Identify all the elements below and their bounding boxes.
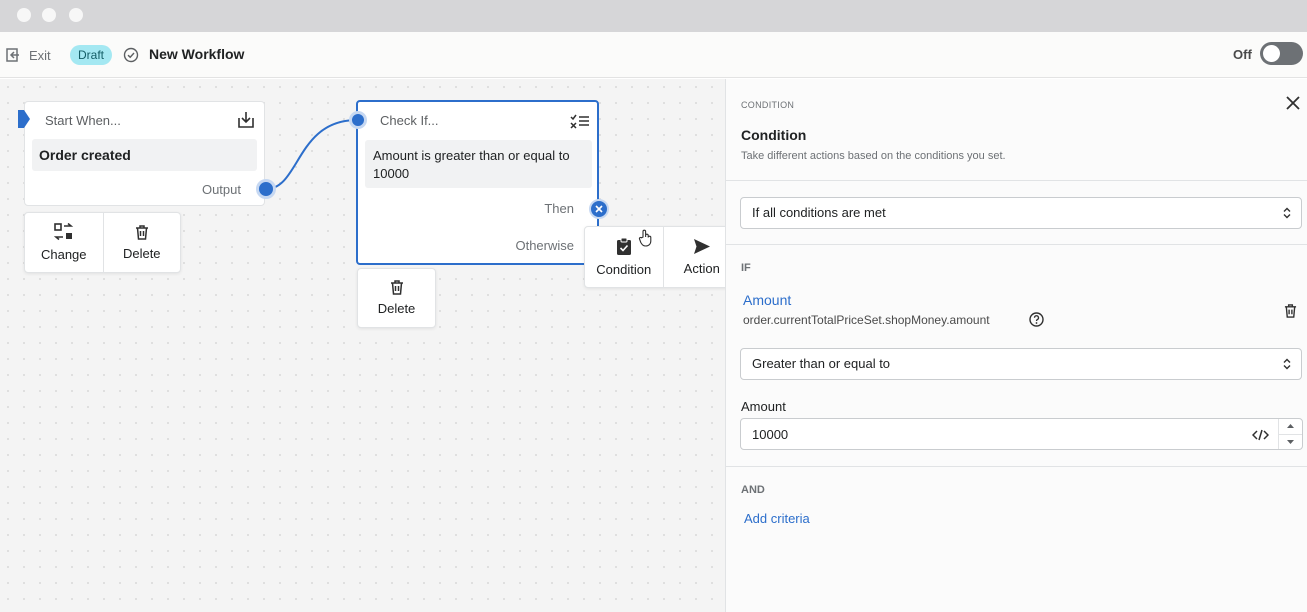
select-arrows-icon	[1283, 207, 1291, 219]
status-badge: Draft	[70, 45, 113, 65]
condition-summary-box: Amount is greater than or equal to 10000	[365, 140, 592, 188]
caret-up-icon	[1287, 424, 1294, 429]
workflow-active-toggle[interactable]	[1260, 42, 1303, 65]
amount-input[interactable]: 10000	[740, 418, 1303, 450]
close-icon	[595, 205, 603, 213]
workflow-canvas[interactable]: Start When... Order created Output Chang…	[0, 79, 741, 612]
select-arrows-icon	[1283, 358, 1291, 370]
trigger-node-title: Start When...	[45, 113, 121, 128]
exit-button[interactable]: Exit	[6, 46, 51, 64]
trash-icon	[390, 280, 403, 295]
trigger-event-box: Order created	[32, 139, 257, 171]
match-mode-value: If all conditions are met	[752, 205, 886, 220]
trigger-delete-button[interactable]: Delete	[102, 213, 181, 272]
condition-delete-label: Delete	[377, 301, 416, 316]
close-panel-icon[interactable]	[1286, 96, 1300, 110]
field-path: order.currentTotalPriceSet.shopMoney.amo…	[743, 313, 990, 327]
add-step-menu: Condition Action	[584, 226, 741, 288]
panel-divider	[726, 180, 1307, 181]
change-label: Change	[40, 247, 87, 262]
add-action-label: Action	[683, 261, 720, 276]
condition-input-port[interactable]	[349, 111, 367, 129]
window-maximize-dot[interactable]	[69, 8, 83, 22]
trigger-delete-label: Delete	[122, 245, 161, 261]
panel-title: Condition	[741, 127, 807, 143]
trigger-node[interactable]: Start When... Order created Output	[18, 101, 276, 206]
workflow-header: Exit Draft New Workflow Off	[0, 32, 1307, 78]
condition-panel: CONDITION Condition Take different actio…	[725, 79, 1307, 612]
exit-label: Exit	[29, 47, 51, 63]
hand-cursor-icon	[638, 229, 652, 247]
panel-divider	[726, 466, 1307, 467]
check-circle-icon	[123, 47, 139, 63]
output-label: Output	[201, 182, 241, 197]
clipboard-check-icon	[616, 237, 631, 255]
send-icon	[693, 239, 710, 254]
download-icon[interactable]	[237, 111, 255, 129]
condition-delete-button[interactable]: Delete	[358, 269, 435, 327]
toggle-label: Off	[1233, 47, 1252, 62]
condition-actions: Delete	[357, 268, 436, 328]
delete-criteria-icon[interactable]	[1284, 304, 1297, 318]
add-criteria-link[interactable]: Add criteria	[744, 511, 810, 526]
add-condition-label: Condition	[596, 262, 652, 277]
code-icon[interactable]	[1252, 429, 1269, 441]
exit-icon	[6, 48, 19, 62]
trigger-actions: Change Delete	[24, 212, 181, 273]
operator-select[interactable]: Greater than or equal to	[740, 348, 1302, 380]
otherwise-label: Otherwise	[515, 238, 574, 253]
help-icon[interactable]	[1029, 312, 1044, 327]
window-minimize-dot[interactable]	[42, 8, 56, 22]
trigger-arrow-icon	[18, 110, 30, 128]
amount-input-value: 10000	[752, 427, 789, 442]
value-label: Amount	[741, 399, 786, 414]
connector-line	[265, 119, 358, 190]
field-name-link[interactable]: Amount	[743, 292, 791, 308]
operator-value: Greater than or equal to	[752, 356, 891, 371]
and-label: AND	[741, 484, 765, 496]
panel-eyebrow: CONDITION	[741, 100, 795, 110]
then-label: Then	[544, 201, 574, 216]
checklist-icon	[570, 114, 589, 129]
panel-description: Take different actions based on the cond…	[741, 150, 1006, 162]
if-label: IF	[741, 262, 751, 274]
condition-node[interactable]: Check If... Amount is greater than or eq…	[349, 100, 609, 265]
then-port-remove-button[interactable]	[589, 199, 609, 219]
output-port[interactable]	[256, 179, 276, 199]
amount-stepper[interactable]	[1278, 419, 1302, 449]
increment-button[interactable]	[1279, 419, 1302, 435]
change-button[interactable]: Change	[25, 213, 103, 272]
window-titlebar	[0, 0, 1307, 32]
swap-icon	[53, 223, 73, 241]
caret-down-icon	[1287, 439, 1294, 444]
condition-summary: Amount is greater than or equal to 10000	[373, 148, 570, 181]
match-mode-select[interactable]: If all conditions are met	[740, 197, 1302, 229]
window-close-dot[interactable]	[17, 8, 31, 22]
trash-icon	[135, 224, 148, 240]
decrement-button[interactable]	[1279, 435, 1302, 450]
workflow-title: New Workflow	[149, 46, 245, 62]
trigger-event: Order created	[39, 147, 131, 163]
toggle-knob	[1263, 45, 1280, 62]
panel-divider	[726, 244, 1307, 245]
condition-node-title: Check If...	[380, 113, 439, 128]
